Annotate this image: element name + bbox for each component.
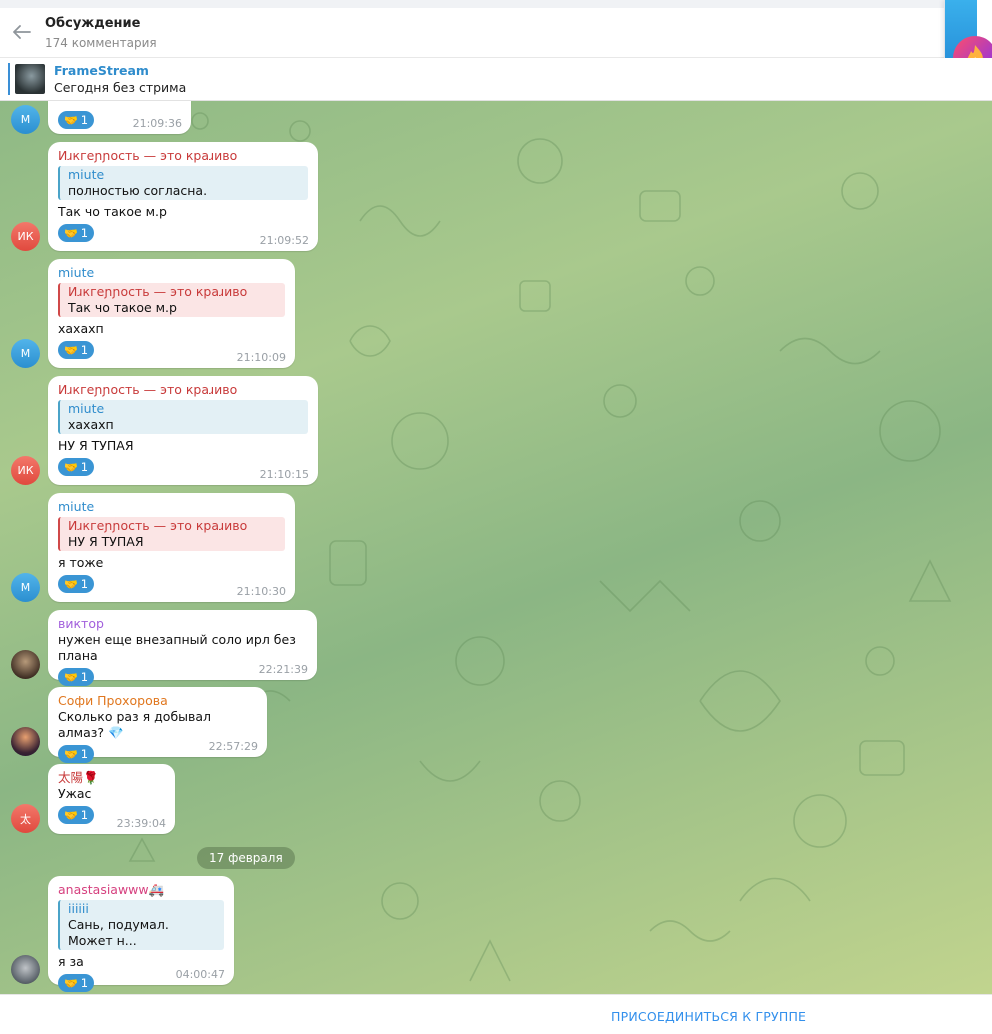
reaction-badge[interactable]: 🤝 1 (58, 224, 95, 242)
reply-quote[interactable]: Иɹкгеɲɲость — это краɹиво Так чо такое м… (58, 283, 285, 317)
message-text: Так чо такое м.р (58, 204, 167, 219)
sender-name[interactable]: anastasiawww🚑 (58, 882, 224, 898)
reaction-count: 1 (80, 670, 89, 684)
chat-header: Обсуждение 174 комментария (0, 8, 992, 58)
message-text: я тоже (58, 555, 104, 570)
sender-name[interactable]: Софи Прохорова (58, 693, 257, 709)
message-time: 21:09:36 (132, 117, 182, 130)
join-group-button[interactable]: ПРИСОЕДИНИТЬСЯ К ГРУППЕ (611, 1009, 806, 1024)
avatar[interactable]: 太 (11, 804, 40, 833)
reaction-badge[interactable]: 🤝 1 (58, 458, 95, 476)
reply-text: НУ Я ТУПАЯ (68, 534, 144, 549)
message-bubble[interactable]: Софи Прохорова Сколько раз я добывал алм… (48, 687, 267, 763)
reaction-badge[interactable]: 🤝 1 (58, 974, 95, 992)
reaction-count: 1 (80, 113, 89, 127)
message-bubble[interactable]: Иɹкгеɲɲость — это краɹиво miute хахахп Н… (48, 376, 318, 485)
avatar[interactable] (11, 955, 40, 984)
sender-name[interactable]: Иɹкгеɲɲость — это краɹиво (58, 148, 308, 164)
reaction-badge[interactable]: 🤝 1 (58, 575, 95, 593)
sender-name[interactable]: 太陽🌹 (58, 770, 165, 786)
reaction-badge[interactable]: 🤝 1 (58, 745, 95, 763)
message-bubble[interactable]: miute Иɹкгеɲɲость — это краɹиво НУ Я ТУП… (48, 493, 295, 602)
handshake-icon: 🤝 (64, 343, 78, 357)
message-time: 21:10:30 (236, 585, 286, 598)
message-text: НУ Я ТУПАЯ (58, 438, 134, 453)
message-time: 22:21:39 (258, 663, 308, 676)
avatar[interactable]: ИК (11, 456, 40, 485)
message-bubble[interactable]: виктор нужен еще внезапный соло ирл без … (48, 610, 317, 686)
pinned-thumbnail (15, 64, 45, 94)
message-bubble[interactable]: 太陽🌹 Ужас 🤝 1 23:39:04 (48, 764, 175, 834)
footer-bar: ПРИСОЕДИНИТЬСЯ К ГРУППЕ (0, 994, 992, 1034)
reaction-badge[interactable]: 🤝 1 (58, 111, 95, 129)
reply-text: полностью согласна. (68, 183, 208, 198)
avatar[interactable] (11, 727, 40, 756)
handshake-icon: 🤝 (64, 460, 78, 474)
window-top-strip (0, 0, 992, 8)
pinned-accent-bar (8, 63, 10, 95)
back-button[interactable] (8, 18, 36, 46)
reply-quote[interactable]: miute хахахп (58, 400, 308, 434)
sender-name[interactable]: Иɹкгеɲɲость — это краɹиво (58, 382, 308, 398)
reaction-badge[interactable]: 🤝 1 (58, 668, 95, 686)
reaction-count: 1 (80, 808, 89, 822)
reply-sender-name: Иɹкгеɲɲость — это краɹиво (68, 518, 248, 533)
sender-name[interactable]: виктор (58, 616, 307, 632)
pinned-text: Сегодня без стрима (54, 80, 187, 95)
reply-quote[interactable]: Иɹкгеɲɲость — это краɹиво НУ Я ТУПАЯ (58, 517, 285, 551)
reaction-badge[interactable]: 🤝 1 (58, 341, 95, 359)
avatar[interactable]: М (11, 105, 40, 134)
avatar[interactable]: М (11, 339, 40, 368)
message-time: 21:10:15 (259, 468, 309, 481)
message-time: 23:39:04 (116, 817, 166, 830)
message-bubble[interactable]: anastasiawww🚑 iiiiii Сань, подумал. Може… (48, 876, 234, 992)
reply-text: Так чо такое м.р (68, 300, 177, 315)
pinned-post[interactable]: FrameStream Сегодня без стрима (0, 58, 992, 101)
message-bubble[interactable]: Иɹкгеɲɲость — это краɹиво miute полность… (48, 142, 318, 251)
message-bubble[interactable]: miute Иɹкгеɲɲость — это краɹиво Так чо т… (48, 259, 295, 368)
reaction-count: 1 (80, 226, 89, 240)
reaction-count: 1 (80, 976, 89, 990)
reply-text: хахахп (68, 417, 114, 432)
handshake-icon: 🤝 (64, 577, 78, 591)
pinned-channel-name: FrameStream (54, 63, 149, 78)
handshake-icon: 🤝 (64, 113, 78, 127)
page-title: Обсуждение (45, 16, 141, 31)
reaction-badge[interactable]: 🤝 1 (58, 806, 95, 824)
comments-count: 174 комментария (45, 36, 157, 50)
message-time: 04:00:47 (175, 968, 225, 981)
handshake-icon: 🤝 (64, 226, 78, 240)
reaction-count: 1 (80, 747, 89, 761)
avatar[interactable]: М (11, 573, 40, 602)
reaction-count: 1 (80, 343, 89, 357)
reply-sender-name: Иɹкгеɲɲость — это краɹиво (68, 284, 248, 299)
reply-sender-name: iiiiii (68, 901, 89, 916)
date-separator: 17 февраля (197, 847, 295, 869)
reaction-count: 1 (80, 577, 89, 591)
chat-area: 🤝 1 21:09:36 М Иɹкгеɲɲость — это краɹиво… (0, 101, 992, 994)
reply-quote[interactable]: iiiiii Сань, подумал. Может н... (58, 900, 224, 950)
message-time: 22:57:29 (208, 740, 258, 753)
reply-sender-name: miute (68, 401, 105, 416)
sender-name[interactable]: miute (58, 265, 285, 281)
reply-sender-name: miute (68, 167, 105, 182)
message-time: 21:10:09 (236, 351, 286, 364)
handshake-icon: 🤝 (64, 670, 78, 684)
handshake-icon: 🤝 (64, 976, 78, 990)
avatar[interactable]: ИК (11, 222, 40, 251)
arrow-left-icon (13, 25, 31, 39)
message-text: нужен еще внезапный соло ирл без плана (58, 632, 296, 663)
message-text: Сколько раз я добывал алмаз? 💎 (58, 709, 212, 740)
reply-text: Сань, подумал. Может н... (68, 917, 169, 948)
message-text: Ужас (58, 786, 92, 801)
message-text: хахахп (58, 321, 104, 336)
reaction-count: 1 (80, 460, 89, 474)
message-time: 21:09:52 (259, 234, 309, 247)
reply-quote[interactable]: miute полностью согласна. (58, 166, 308, 200)
handshake-icon: 🤝 (64, 808, 78, 822)
message-bubble[interactable]: 🤝 1 21:09:36 (48, 101, 191, 134)
handshake-icon: 🤝 (64, 747, 78, 761)
avatar[interactable] (11, 650, 40, 679)
sender-name[interactable]: miute (58, 499, 285, 515)
